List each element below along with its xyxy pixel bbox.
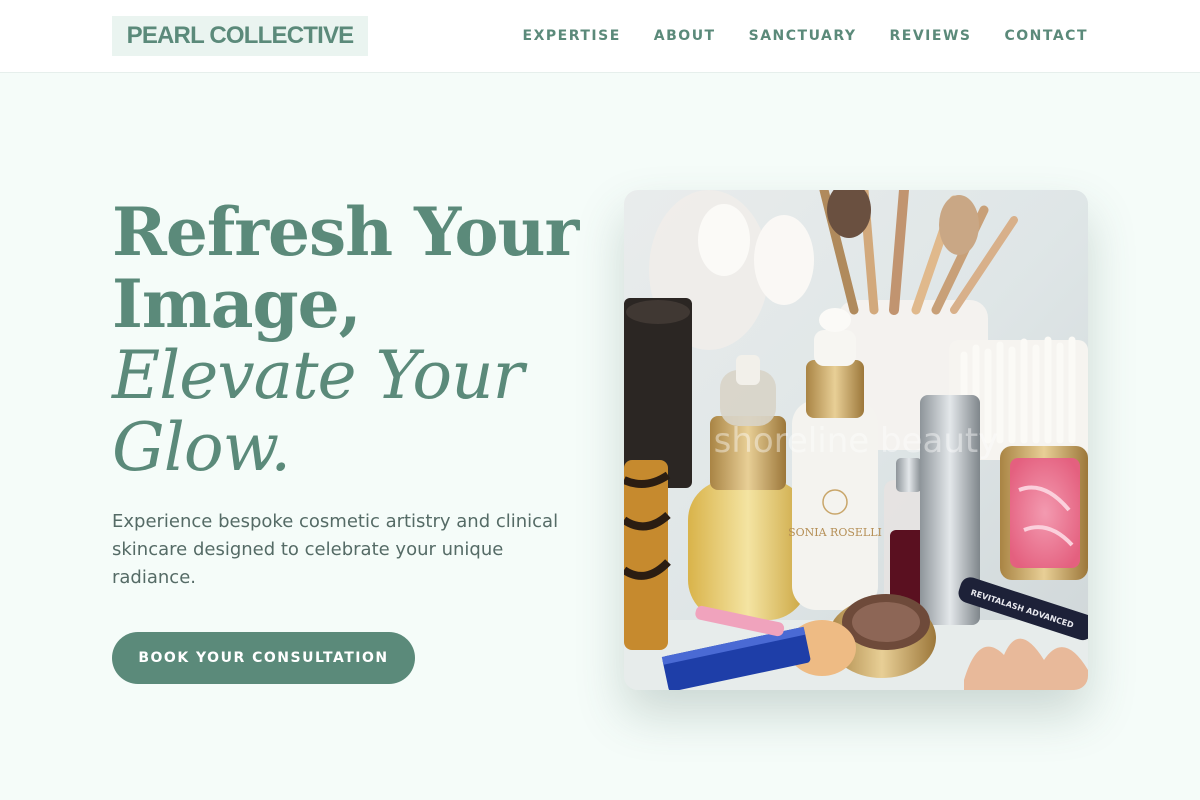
nav-reviews[interactable]: REVIEWS	[890, 26, 972, 46]
headline-line-4: Glow.	[112, 409, 291, 486]
hero-headline: Refresh Your Image, Elevate Your Glow.	[112, 196, 592, 484]
nav-contact[interactable]: CONTACT	[1004, 26, 1088, 46]
nav-about[interactable]: ABOUT	[654, 26, 716, 46]
brand-logo[interactable]: PEARL COLLECTIVE	[112, 16, 368, 56]
nav-expertise[interactable]: EXPERTISE	[523, 26, 621, 46]
image-watermark: shoreline beauty	[714, 421, 999, 461]
main-nav: EXPERTISE ABOUT SANCTUARY REVIEWS CONTAC…	[523, 26, 1088, 46]
headline-line-1: Refresh Your	[112, 193, 579, 271]
site-header: PEARL COLLECTIVE EXPERTISE ABOUT SANCTUA…	[0, 0, 1200, 73]
nav-sanctuary[interactable]: SANCTUARY	[749, 26, 857, 46]
headline-line-2: Image,	[112, 265, 362, 343]
cosmetics-illustration: SONIA ROSELLI REVITALASH ADVANCED shorel…	[624, 190, 1088, 690]
serum-brand-label: SONIA ROSELLI	[788, 526, 882, 539]
headline-line-3: Elevate Your	[112, 337, 524, 414]
book-consultation-button[interactable]: BOOK YOUR CONSULTATION	[112, 632, 415, 684]
hero-product-photo: SONIA ROSELLI REVITALASH ADVANCED shorel…	[624, 190, 1088, 690]
hero-subtitle: Experience bespoke cosmetic artistry and…	[112, 511, 559, 588]
